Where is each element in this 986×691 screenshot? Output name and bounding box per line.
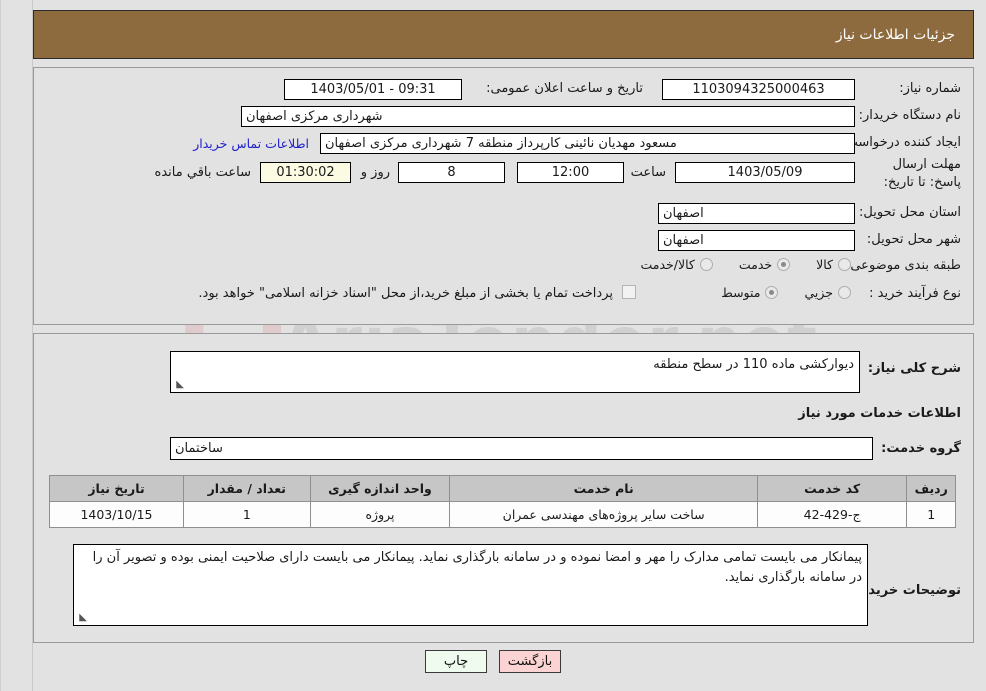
resize-grip-icon[interactable]: ◣ (174, 380, 184, 390)
announce-datetime-label: تاریخ و ساعت اعلان عمومی: (486, 81, 643, 96)
row-request-creator: ایجاد کننده درخواست: (841, 135, 961, 150)
delivery-province-label: استان محل تحویل: (859, 205, 961, 220)
need-number-field[interactable]: 1103094325000463 (662, 79, 855, 100)
radio-option-jozee[interactable]: جزيي (804, 285, 851, 300)
deadline-days-field[interactable]: 8 (398, 162, 505, 183)
buyer-notes-textarea[interactable]: پیمانکار می بایست تمامی مدارک را مهر و ا… (73, 544, 868, 626)
radio-label: کالا/خدمت (640, 257, 695, 272)
radio-icon-selected[interactable] (765, 286, 779, 299)
purchase-process-label: نوع فرآیند خرید : (869, 286, 961, 301)
back-button[interactable]: بازگشت (499, 650, 561, 673)
radio-label: متوسط (721, 285, 761, 300)
table-header-row: ردیف کد خدمت نام خدمت واحد اندازه گیری ت… (49, 475, 956, 502)
treasury-bond-checkbox[interactable] (622, 285, 636, 299)
cell-radif: 1 (906, 501, 956, 528)
buyer-org-label: نام دستگاه خریدار: (858, 108, 961, 123)
radio-icon[interactable] (699, 258, 713, 271)
radio-option-motavaset[interactable]: متوسط (721, 285, 779, 300)
radio-option-khedmat[interactable]: خدمت (738, 257, 791, 272)
general-desc-value: دیوارکشی ماده 110 در سطح منطقه (653, 357, 854, 372)
footer-button-bar: بازگشت چاپ (0, 650, 986, 673)
row-delivery-city: شهر محل تحویل: (867, 232, 961, 247)
deadline-label: مهلت ارسال پاسخ: تا تاریخ: (883, 157, 961, 190)
deadline-countdown-label: ساعت باقي مانده (154, 165, 251, 180)
cell-quantity: 1 (182, 501, 311, 528)
cell-service-code: ج-429-42 (756, 501, 908, 528)
page-title-bar: جزئیات اطلاعات نیاز (33, 10, 974, 59)
radio-label: خدمت (738, 257, 773, 272)
row-purchase-process: نوع فرآیند خرید : (869, 286, 961, 301)
radio-label: کالا (816, 257, 833, 272)
row-announce-datetime: تاریخ و ساعت اعلان عمومی: (486, 81, 643, 96)
page-title: جزئیات اطلاعات نیاز (835, 26, 955, 43)
cell-service-name: ساخت سایر پروژه‌های مهندسی عمران (449, 501, 758, 528)
row-need-number: شماره نیاز: (899, 81, 961, 96)
subject-category-radio-group[interactable]: کالا خدمت کالا/خدمت (620, 257, 851, 272)
cell-unit: پروژه (309, 501, 451, 528)
services-table: ردیف کد خدمت نام خدمت واحد اندازه گیری ت… (49, 475, 956, 528)
deadline-time-field[interactable]: 12:00 (517, 162, 624, 183)
radio-option-kala[interactable]: کالا (816, 257, 851, 272)
radio-option-kala-khedmat[interactable]: کالا/خدمت (640, 257, 713, 272)
row-deadline: مهلت ارسال پاسخ: تا تاریخ: (861, 156, 961, 191)
col-service-code: کد خدمت (756, 475, 908, 502)
resize-grip-icon[interactable]: ◣ (77, 613, 87, 623)
deadline-countdown-field: 01:30:02 (260, 162, 351, 183)
delivery-province-field[interactable]: اصفهان (658, 203, 855, 224)
service-group-label: گروه خدمت: (881, 441, 961, 456)
buyer-contact-link[interactable]: اطلاعات تماس خریدار (193, 136, 309, 151)
subject-category-label: طبقه بندی موضوعی: (845, 258, 961, 273)
delivery-city-label: شهر محل تحویل: (866, 232, 961, 247)
radio-icon[interactable] (838, 258, 851, 271)
need-number-label: شماره نیاز: (899, 81, 961, 96)
request-creator-label: ایجاد کننده درخواست: (841, 135, 961, 150)
radio-label: جزيي (804, 285, 833, 300)
need-summary-panel: شماره نیاز: 1103094325000463 تاریخ و ساع… (33, 67, 974, 325)
col-need-date: تاریخ نیاز (49, 475, 184, 502)
row-subject-category: طبقه بندی موضوعی: (846, 258, 961, 273)
left-rail (0, 0, 33, 691)
purchase-process-radio-group[interactable]: جزيي متوسط (701, 285, 851, 300)
col-service-name: نام خدمت (449, 475, 758, 502)
col-quantity: تعداد / مقدار (182, 475, 311, 502)
general-desc-label: شرح کلی نیاز: (867, 361, 961, 376)
treasury-bond-note: پرداخت تمام یا بخشی از مبلغ خرید،از محل … (198, 286, 613, 301)
service-group-field[interactable]: ساختمان (170, 437, 873, 460)
buyer-org-field[interactable]: شهرداری مرکزی اصفهان (241, 106, 855, 127)
print-button[interactable]: چاپ (425, 650, 487, 673)
delivery-city-field[interactable]: اصفهان (658, 230, 855, 251)
radio-icon[interactable] (838, 286, 851, 299)
need-details-panel: شرح کلی نیاز: دیوارکشی ماده 110 در سطح م… (33, 333, 974, 643)
deadline-date-field[interactable]: 1403/05/09 (675, 162, 855, 183)
deadline-time-label: ساعت (630, 165, 666, 180)
col-unit: واحد اندازه گیری (309, 475, 451, 502)
announce-datetime-field[interactable]: 09:31 - 1403/05/01 (284, 79, 462, 100)
row-delivery-province: استان محل تحویل: (859, 205, 961, 220)
request-creator-field[interactable]: مسعود مهدیان نائینی کارپرداز منطقه 7 شهر… (320, 133, 855, 154)
radio-icon-selected[interactable] (777, 258, 791, 271)
col-radif: ردیف (906, 475, 956, 502)
row-buyer-org: نام دستگاه خریدار: (859, 108, 961, 123)
table-row: 1 ج-429-42 ساخت سایر پروژه‌های مهندسی عم… (49, 501, 956, 528)
services-info-heading: اطلاعات خدمات مورد نیاز (798, 406, 961, 421)
cell-need-date: 1403/10/15 (49, 501, 184, 528)
deadline-days-label: روز و (360, 165, 390, 180)
buyer-notes-value: پیمانکار می بایست تمامی مدارک را مهر و ا… (92, 550, 862, 586)
general-desc-textarea[interactable]: دیوارکشی ماده 110 در سطح منطقه ◣ (170, 351, 860, 393)
